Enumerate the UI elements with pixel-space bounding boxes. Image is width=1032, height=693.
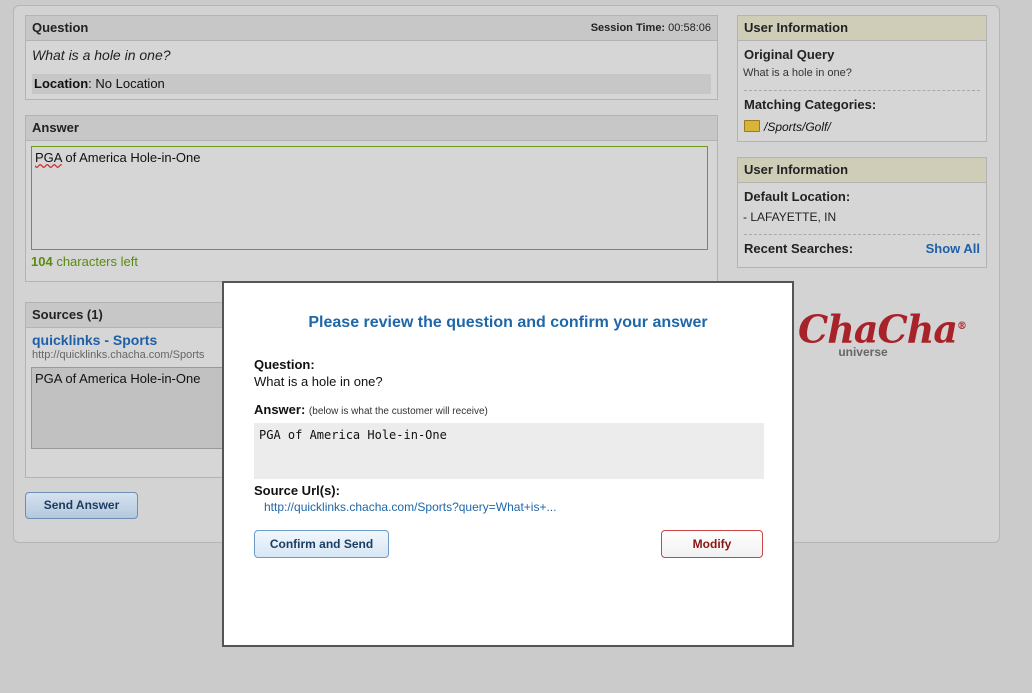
source-snippet: PGA of America Hole-in-One (31, 367, 231, 449)
send-answer-button[interactable]: Send Answer (25, 492, 138, 519)
session-time: Session Time: 00:58:06 (591, 16, 711, 40)
chacha-logo: ChaCha® universe (798, 306, 967, 376)
modify-button[interactable]: Modify (661, 530, 763, 558)
characters-left-label: characters left (52, 254, 138, 269)
answer-header: Answer (26, 116, 717, 141)
session-time-label: Session Time: (590, 22, 666, 34)
dialog-answer-label: Answer: (254, 402, 306, 417)
characters-left-count: 104 (31, 254, 53, 269)
user-info-header-2: User Information (738, 158, 986, 183)
dialog-title: Please review the question and confirm y… (308, 314, 708, 331)
original-query-label: Original Query (744, 47, 835, 62)
source-url: http://quicklinks.chacha.com/Sports (32, 349, 205, 361)
question-text: What is a hole in one? (32, 47, 171, 63)
default-location-label: Default Location: (744, 189, 851, 204)
question-panel: Question Session Time: 00:58:06 What is … (25, 15, 718, 100)
location-label: Location (34, 76, 89, 91)
logo-registered-mark: ® (957, 321, 967, 332)
category-item[interactable]: /Sports/Golf/ (744, 119, 831, 134)
dialog-answer-label-row: Answer: (below is what the customer will… (254, 402, 488, 417)
folder-icon (744, 120, 760, 132)
divider-2 (744, 234, 980, 235)
original-query-value: What is a hole in one? (743, 67, 852, 79)
user-info-panel-2: User Information Default Location: - LAF… (737, 157, 987, 268)
category-label: /Sports/Golf/ (764, 120, 831, 134)
default-location-value: - LAFAYETTE, IN (743, 210, 837, 224)
session-time-value: 00:58:06 (668, 22, 711, 34)
matching-categories-label: Matching Categories: (744, 97, 877, 112)
logo-wordmark: ChaCha® (798, 306, 967, 351)
source-link[interactable]: quicklinks - Sports (32, 332, 157, 348)
answer-panel: Answer PGA of America Hole-in-One 104 ch… (25, 115, 718, 282)
confirm-and-send-button[interactable]: Confirm and Send (254, 530, 389, 558)
location-row: Location: No Location (32, 74, 711, 94)
dialog-answer-note: (below is what the customer will receive… (308, 406, 488, 417)
show-all-link[interactable]: Show All (926, 241, 980, 256)
confirm-dialog: Please review the question and confirm y… (222, 281, 794, 647)
question-header-label: Question (32, 20, 89, 35)
location-value: : No Location (88, 76, 165, 91)
answer-textarea[interactable]: PGA of America Hole-in-One (31, 146, 708, 250)
dialog-source-url[interactable]: http://quicklinks.chacha.com/Sports?quer… (264, 500, 556, 514)
dialog-question-label: Question: (254, 357, 315, 372)
user-info-panel: User Information Original Query What is … (737, 15, 987, 142)
answer-misspelled-word: PGA (35, 150, 62, 165)
characters-left: 104 characters left (31, 254, 138, 269)
answer-text: of America Hole-in-One (61, 150, 201, 165)
recent-searches-label: Recent Searches: (744, 241, 854, 256)
divider (744, 90, 980, 91)
dialog-question-value: What is a hole in one? (254, 374, 383, 389)
dialog-source-label: Source Url(s): (254, 483, 340, 498)
question-header: Question Session Time: 00:58:06 (26, 16, 717, 41)
user-info-header: User Information (738, 16, 986, 41)
dialog-answer-box: PGA of America Hole-in-One (254, 423, 764, 479)
